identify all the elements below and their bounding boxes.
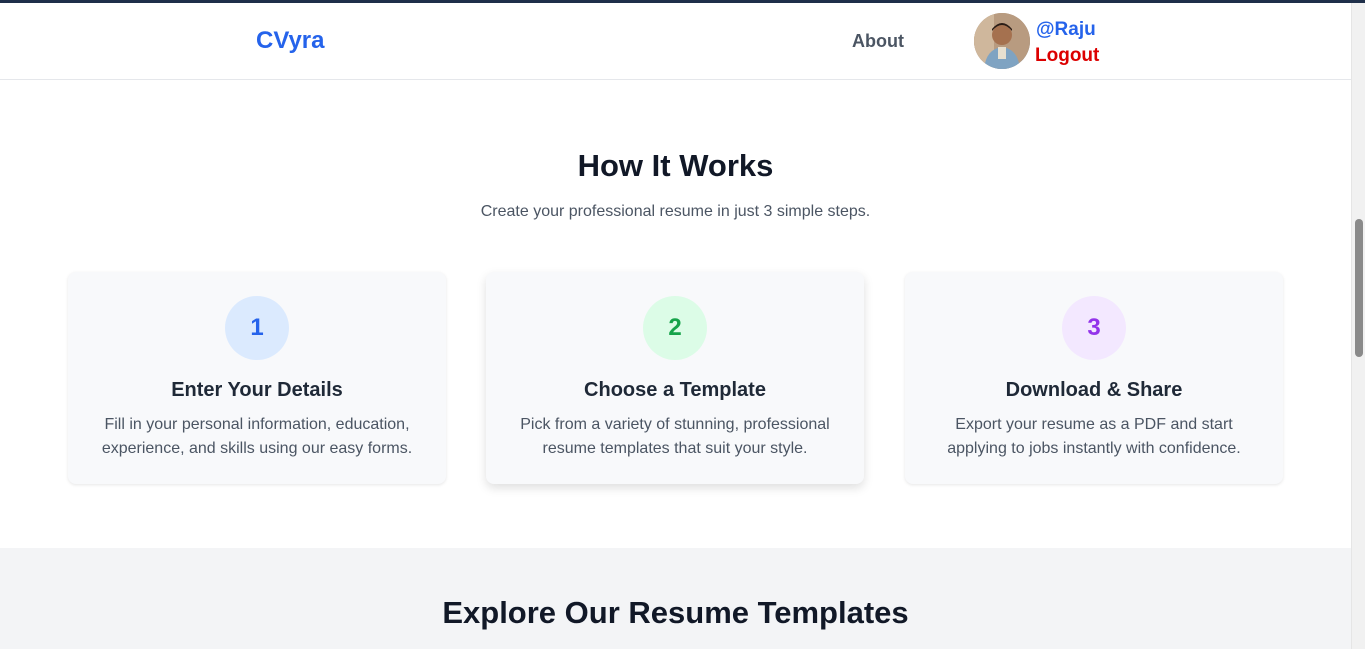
- step-number-badge: 2: [643, 296, 707, 360]
- step-description-line: Export your resume as a PDF and start: [955, 416, 1233, 433]
- step-card-2: 2 Choose a Template Pick from a variety …: [486, 272, 864, 484]
- step-title: Choose a Template: [584, 379, 766, 401]
- avatar-photo-icon: [974, 13, 1030, 69]
- section-subtitle: Create your professional resume in just …: [480, 203, 871, 220]
- explore-templates-section: Explore Our Resume Templates: [0, 548, 1351, 649]
- step-number-badge: 3: [1062, 296, 1126, 360]
- avatar[interactable]: [974, 13, 1030, 69]
- step-description-line: applying to jobs instantly with confiden…: [947, 440, 1241, 457]
- step-title: Enter Your Details: [171, 379, 343, 401]
- step-description: Pick from a variety of stunning, profess…: [510, 413, 840, 461]
- page-scrollbar[interactable]: [1351, 3, 1365, 649]
- step-description: Fill in your personal information, educa…: [92, 413, 422, 461]
- step-description-line: Pick from a variety of stunning, profess…: [520, 416, 830, 433]
- step-title: Download & Share: [1005, 379, 1183, 401]
- step-description: Export your resume as a PDF and start ap…: [929, 413, 1259, 461]
- nav-link-about[interactable]: About: [852, 31, 904, 52]
- explore-title: Explore Our Resume Templates: [442, 595, 909, 630]
- navbar: CVyra About @Raju Logout: [0, 3, 1351, 80]
- step-card-1: 1 Enter Your Details Fill in your person…: [68, 272, 446, 484]
- scrollbar-thumb[interactable]: [1355, 219, 1363, 357]
- section-title: How It Works: [577, 148, 774, 183]
- brand-logo[interactable]: CVyra: [256, 27, 324, 55]
- step-number-badge: 1: [225, 296, 289, 360]
- user-handle[interactable]: @Raju: [1036, 19, 1096, 41]
- step-description-line: resume templates that suit your style.: [542, 440, 808, 457]
- step-description-line: experience, and skills using our easy fo…: [101, 440, 413, 457]
- step-card-3: 3 Download & Share Export your resume as…: [905, 272, 1283, 484]
- step-description-line: Fill in your personal information, educa…: [104, 416, 410, 433]
- logout-button[interactable]: Logout: [1035, 45, 1099, 67]
- how-it-works-section: How It Works Create your professional re…: [0, 80, 1351, 548]
